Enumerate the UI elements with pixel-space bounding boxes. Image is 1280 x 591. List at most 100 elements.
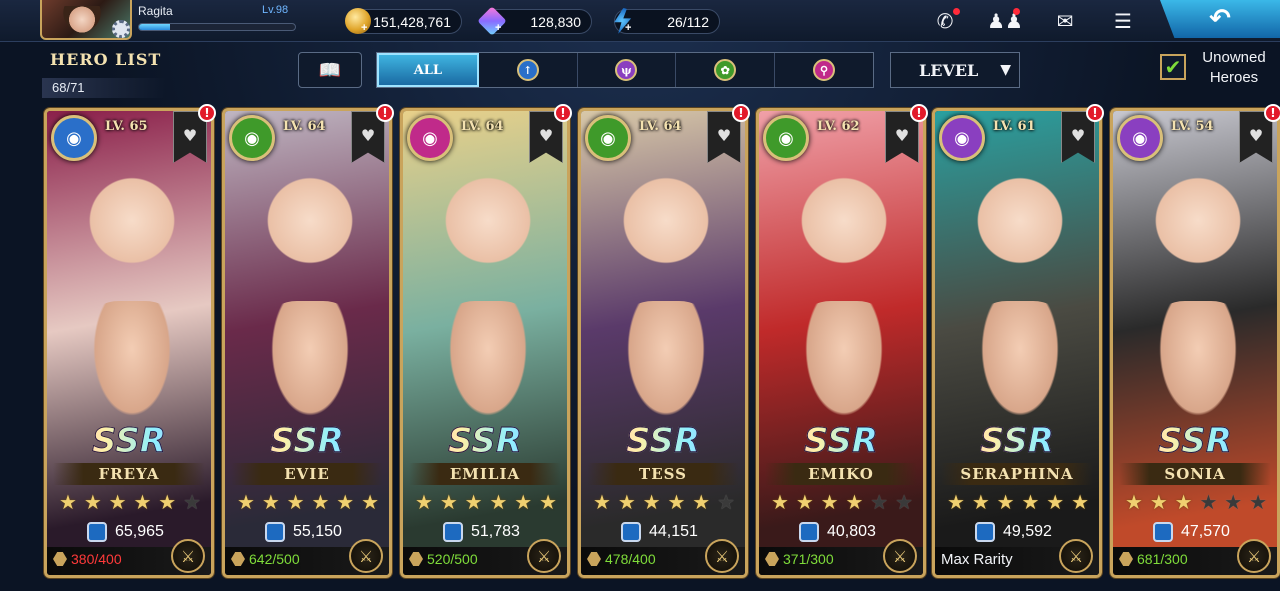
nature-element-icon: ◉ — [229, 115, 275, 161]
crossed-swords-icon: ⚔ — [358, 546, 374, 566]
chat-notification-dot — [953, 8, 960, 15]
unowned-label-line2: Heroes — [1209, 69, 1259, 86]
power-value: 51,783 — [471, 523, 520, 540]
rarity-label: SSR — [759, 421, 923, 462]
back-button[interactable]: ↶ — [1160, 0, 1280, 38]
rarity-star-icon: ★ — [1174, 490, 1193, 514]
shard-icon — [587, 552, 601, 566]
shard-icon — [53, 552, 67, 566]
crystal-counter[interactable]: + 128,830 — [477, 6, 592, 36]
tab-trident-element[interactable]: ψ — [578, 53, 677, 87]
hero-card[interactable]: ◉ LV. 54 ♥ SSR SONIA ★ ★ ★ ★ ★ ★ 47,570 681/3… — [1110, 108, 1280, 578]
upgrade-button[interactable]: ⚔ — [349, 539, 383, 573]
gold-counter[interactable]: + 151,428,761 — [345, 8, 462, 34]
shard-progress: 371/300 — [765, 551, 834, 567]
shard-count: 380/400 — [71, 551, 122, 567]
rarity-star-icon: ★ — [183, 490, 201, 514]
power-icon — [621, 522, 641, 542]
rarity-star-icon: ★ — [108, 490, 127, 514]
shard-progress: 380/400 — [53, 551, 122, 567]
mail-button[interactable]: ✉ — [1050, 8, 1080, 34]
rarity-star-icon: ★ — [820, 490, 839, 514]
rarity-star-icon: ★ — [1071, 490, 1089, 514]
upgrade-button[interactable]: ⚔ — [171, 539, 205, 573]
hero-face-art — [265, 171, 355, 281]
power-icon — [87, 522, 107, 542]
add-energy-plus-icon: + — [625, 22, 632, 34]
hero-book-button[interactable]: 📖 — [298, 52, 362, 88]
star-rating: ★ ★ ★ ★ ★ ★ — [59, 491, 201, 513]
xp-bar — [138, 23, 296, 31]
settings-gear-icon[interactable] — [112, 20, 130, 38]
tab-nature-element[interactable]: ✿ — [676, 53, 776, 87]
hero-card[interactable]: ◉ LV. 61 ♥ SSR SERAPHINA ★ ★ ★ ★ ★ ★ 49,592 M… — [932, 108, 1102, 578]
rarity-star-icon: ★ — [1224, 490, 1243, 514]
hero-card[interactable]: ◉ LV. 65 ♥ SSR FREYA ★ ★ ★ ★ ★ ★ 65,965 380/4… — [44, 108, 214, 578]
upgrade-button[interactable]: ⚔ — [1059, 539, 1093, 573]
rarity-star-icon: ★ — [1249, 490, 1267, 514]
shard-count: 371/300 — [783, 551, 834, 567]
hero-card[interactable]: ◉ LV. 62 ♥ SSR EMIKO ★ ★ ★ ★ ★ ★ 40,803 371/3… — [756, 108, 926, 578]
rarity-star-icon: ★ — [1125, 490, 1143, 514]
power-value: 40,803 — [827, 523, 876, 540]
hero-card[interactable]: ◉ LV. 64 ♥ SSR TESS ★ ★ ★ ★ ★ ★ 44,151 478/40… — [578, 108, 748, 578]
friends-button[interactable]: ♟♟ — [987, 8, 1023, 34]
shard-icon — [765, 552, 779, 566]
sort-dropdown[interactable]: LEVEL ▼ — [890, 52, 1020, 88]
upgrade-button[interactable]: ⚔ — [527, 539, 561, 573]
power-value: 65,965 — [115, 523, 164, 540]
hero-face-art — [799, 171, 889, 281]
tab-all[interactable]: ALL — [377, 53, 479, 87]
rarity-star-icon: ★ — [158, 490, 177, 514]
power-icon — [799, 522, 819, 542]
star-rating: ★ ★ ★ ★ ★ ★ — [237, 491, 379, 513]
hero-card[interactable]: ◉ LV. 64 ♥ SSR EMILIA ★ ★ ★ ★ ★ ★ 51,783 520/… — [400, 108, 570, 578]
hero-count: 68/71 — [42, 78, 166, 98]
crossed-swords-icon: ⚔ — [714, 546, 730, 566]
back-arrow-icon: ↶ — [1209, 4, 1231, 34]
hero-card[interactable]: ◉ LV. 64 ♥ SSR EVIE ★ ★ ★ ★ ★ ★ 55,150 642/50… — [222, 108, 392, 578]
alert-badge-icon: ! — [376, 104, 394, 122]
rarity-star-icon: ★ — [1021, 490, 1040, 514]
rarity-star-icon: ★ — [83, 490, 102, 514]
tab-sword-element[interactable]: ↑ — [479, 53, 578, 87]
unowned-heroes-checkbox[interactable]: ✔ — [1160, 54, 1186, 80]
rarity-star-icon: ★ — [642, 490, 661, 514]
crossed-swords-icon: ⚔ — [892, 546, 908, 566]
rarity-label: SSR — [935, 421, 1099, 462]
open-book-icon: 📖 — [318, 59, 342, 81]
rarity-star-icon: ★ — [133, 490, 152, 514]
energy-value: 26/112 — [667, 14, 709, 30]
rarity-star-icon: ★ — [361, 490, 379, 514]
rarity-star-icon: ★ — [237, 490, 255, 514]
rarity-star-icon: ★ — [593, 490, 611, 514]
rarity-star-icon: ★ — [1149, 490, 1168, 514]
alert-badge-icon: ! — [1264, 104, 1280, 122]
add-gold-plus-icon: + — [361, 22, 368, 34]
crossed-swords-icon: ⚔ — [536, 546, 552, 566]
hero-name: EVIE — [231, 463, 383, 485]
energy-counter[interactable]: + 26/112 — [614, 8, 720, 34]
hero-power: 40,803 — [799, 521, 876, 543]
nature-element-icon: ✿ — [714, 59, 737, 81]
shard-count: 478/400 — [605, 551, 656, 567]
hero-name: SONIA — [1119, 463, 1271, 485]
max-rarity-label: Max Rarity — [941, 551, 1013, 568]
nature-element-icon: ◉ — [763, 115, 809, 161]
menu-button[interactable]: ☰ — [1108, 8, 1138, 34]
shard-count: 681/300 — [1137, 551, 1188, 567]
upgrade-button[interactable]: ⚔ — [705, 539, 739, 573]
alert-badge-icon: ! — [910, 104, 928, 122]
power-icon — [443, 522, 463, 542]
star-rating: ★ ★ ★ ★ ★ ★ — [593, 491, 735, 513]
rarity-label: SSR — [581, 421, 745, 462]
rarity-star-icon: ★ — [311, 490, 330, 514]
upgrade-button[interactable]: ⚔ — [883, 539, 917, 573]
upgrade-button[interactable]: ⚔ — [1237, 539, 1271, 573]
hero-level: LV. 64 — [461, 119, 504, 134]
tab-magic-element[interactable]: ⚲ — [775, 53, 873, 87]
alert-badge-icon: ! — [732, 104, 750, 122]
chat-button[interactable]: ✆ — [930, 8, 960, 34]
hero-name: EMILIA — [409, 463, 561, 485]
xp-bar-fill — [139, 24, 171, 30]
